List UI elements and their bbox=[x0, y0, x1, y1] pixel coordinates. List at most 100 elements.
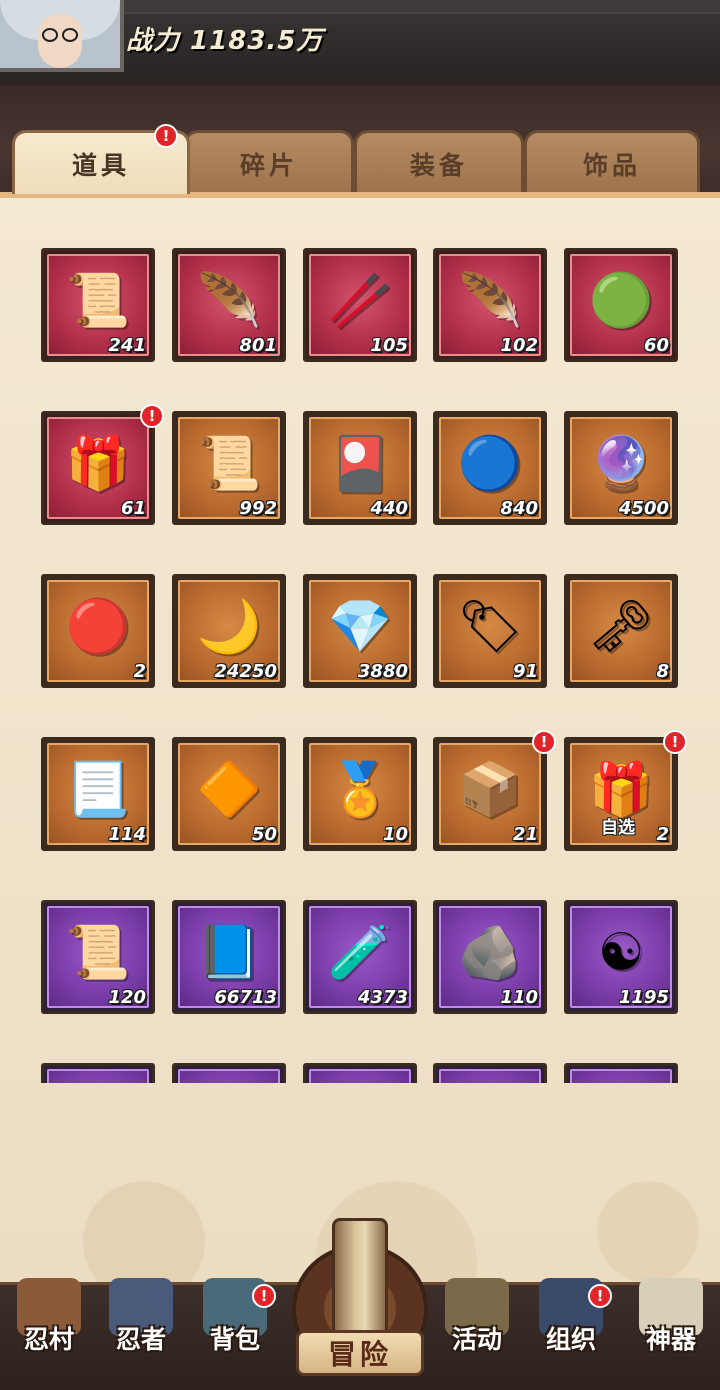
red-feather-icon: 🪶 bbox=[196, 270, 262, 331]
inventory-item[interactable]: 🎴 440 bbox=[303, 411, 417, 525]
item-count: 992 bbox=[239, 498, 277, 519]
yin-yang-icon: ☯ bbox=[597, 922, 645, 983]
inventory-item[interactable]: 📃 114 bbox=[41, 737, 155, 851]
item-grid[interactable]: 📜 241 🪶 801 🥢 105 🪶 102 🟢 60 🎁 61! 📜 992 🎴 440 🔵 840 🔮 4500… bbox=[0, 198, 720, 1083]
inventory-item[interactable]: 💎 3880 bbox=[303, 574, 417, 688]
item-count: 2 bbox=[133, 661, 146, 682]
tab-items-alert-badge: ! bbox=[154, 124, 178, 148]
top-bar: 战力 1183.5万 bbox=[0, 0, 720, 85]
item-frame bbox=[439, 1069, 541, 1083]
inventory-item[interactable]: ☯ 1195 bbox=[564, 900, 678, 1014]
nav-item[interactable]: 背包! bbox=[190, 1278, 280, 1388]
item-count: 241 bbox=[108, 335, 146, 356]
paper-talisman-icon: 📃 bbox=[65, 759, 131, 820]
nav-item[interactable]: 活动 bbox=[432, 1278, 522, 1388]
inventory-item[interactable]: 🪶 102 bbox=[433, 248, 547, 362]
item-count: 10 bbox=[382, 824, 408, 845]
inventory-item[interactable] bbox=[433, 1063, 547, 1083]
item-count: 66713 bbox=[214, 987, 277, 1008]
item-count: 840 bbox=[500, 498, 538, 519]
item-count: 24250 bbox=[214, 661, 277, 682]
inventory-item[interactable]: 🪨 110 bbox=[433, 900, 547, 1014]
inventory-item[interactable] bbox=[303, 1063, 417, 1083]
item-count: 105 bbox=[370, 335, 408, 356]
inventory-item[interactable]: 🗝 8 bbox=[564, 574, 678, 688]
inventory-item[interactable]: 🎁 自选 2! bbox=[564, 730, 687, 851]
blue-moon-icon: 🌙 bbox=[196, 596, 262, 657]
fortune-sign-icon: 🏷 bbox=[456, 596, 524, 657]
avatar-glasses-right bbox=[62, 28, 78, 42]
tab-accessories[interactable]: 饰品 bbox=[524, 130, 700, 194]
inventory-item[interactable]: 📦 21! bbox=[433, 730, 556, 851]
avatar-glasses-left bbox=[42, 28, 58, 42]
tab-label: 道具 bbox=[71, 150, 130, 180]
nav-alert-badge: ! bbox=[252, 1284, 276, 1308]
inventory-item[interactable]: 📘 66713 bbox=[172, 900, 286, 1014]
inventory-item[interactable]: 🔶 50 bbox=[172, 737, 286, 851]
inventory-item[interactable]: 🧪 4373 bbox=[303, 900, 417, 1014]
inventory-item[interactable]: 🏅 10 bbox=[303, 737, 417, 851]
player-avatar[interactable] bbox=[0, 0, 124, 72]
inventory-item[interactable] bbox=[564, 1063, 678, 1083]
inventory-item[interactable]: 🎁 61! bbox=[41, 404, 164, 525]
ticket-card-icon: 🎴 bbox=[327, 433, 393, 494]
iron-key-icon: 🗝 bbox=[587, 596, 655, 657]
tab-label: 装备 bbox=[409, 150, 468, 180]
purple-crystal-icon: 💎 bbox=[327, 596, 393, 657]
inventory-item[interactable]: 📜 120 bbox=[41, 900, 155, 1014]
item-count: 801 bbox=[239, 335, 277, 356]
item-count: 91 bbox=[512, 661, 538, 682]
inventory-item[interactable]: 🪶 801 bbox=[172, 248, 286, 362]
item-count: 110 bbox=[500, 987, 538, 1008]
inventory-item[interactable] bbox=[172, 1063, 286, 1083]
item-alert-badge: ! bbox=[663, 730, 687, 754]
top-strip bbox=[120, 0, 720, 14]
nav-label: 忍村 bbox=[23, 1325, 74, 1354]
nav-label: 背包 bbox=[209, 1325, 260, 1354]
inventory-item[interactable]: 🔴 2 bbox=[41, 574, 155, 688]
nav-item[interactable]: 组织! bbox=[526, 1278, 616, 1388]
nav-item[interactable]: 忍村 bbox=[4, 1278, 94, 1388]
item-count: 2 bbox=[656, 824, 669, 845]
item-frame bbox=[178, 1069, 280, 1083]
item-count: 61 bbox=[120, 498, 146, 519]
skill-book-icon: 📘 bbox=[196, 922, 262, 983]
inventory-item[interactable]: 🔵 840 bbox=[433, 411, 547, 525]
nav-item[interactable]: 忍者 bbox=[96, 1278, 186, 1388]
item-count: 3880 bbox=[357, 661, 408, 682]
item-frame bbox=[47, 1069, 149, 1083]
nav-label: 神器 bbox=[645, 1325, 696, 1354]
black-ore-icon: 🪨 bbox=[457, 922, 523, 983]
item-alert-badge: ! bbox=[532, 730, 556, 754]
item-count: 4500 bbox=[618, 498, 669, 519]
combat-power: 战力 1183.5万 bbox=[126, 26, 324, 56]
nav-label: 组织 bbox=[545, 1325, 596, 1354]
inventory-item[interactable] bbox=[41, 1063, 155, 1083]
item-count: 440 bbox=[370, 498, 408, 519]
scroll-bundle-icon: 📜 bbox=[65, 270, 131, 331]
inventory-item[interactable]: 🏷 91 bbox=[433, 574, 547, 688]
inventory-item[interactable]: 🟢 60 bbox=[564, 248, 678, 362]
adventure-button[interactable]: 冒险 bbox=[292, 1218, 428, 1378]
inventory-item[interactable]: 🔮 4500 bbox=[564, 411, 678, 525]
inventory-item[interactable]: 📜 992 bbox=[172, 411, 286, 525]
parchment-scroll-icon: 📜 bbox=[196, 433, 262, 494]
inventory-item[interactable]: 🥢 105 bbox=[303, 248, 417, 362]
amber-gem-icon: 🔶 bbox=[196, 759, 262, 820]
item-count: 50 bbox=[251, 824, 277, 845]
tab-equipment[interactable]: 装备 bbox=[354, 130, 524, 194]
gold-chest-icon: 📦 bbox=[457, 759, 523, 820]
item-count: 4373 bbox=[357, 987, 408, 1008]
inventory-item[interactable]: 📜 241 bbox=[41, 248, 155, 362]
item-frame bbox=[570, 1069, 672, 1083]
inventory-item[interactable]: 🌙 24250 bbox=[172, 574, 286, 688]
red-potion-jar-icon: 🧪 bbox=[327, 922, 393, 983]
nav-item[interactable]: 神器 bbox=[626, 1278, 716, 1388]
tab-fragments[interactable]: 碎片 bbox=[184, 130, 354, 194]
item-count: 102 bbox=[500, 335, 538, 356]
item-count: 8 bbox=[656, 661, 669, 682]
item-count: 114 bbox=[108, 824, 146, 845]
inventory-panel: 📜 241 🪶 801 🥢 105 🪶 102 🟢 60 🎁 61! 📜 992 🎴 440 🔵 840 🔮 4500… bbox=[0, 192, 720, 1282]
wisdom-medal-icon: 🏅 bbox=[327, 759, 393, 820]
tab-label: 碎片 bbox=[239, 150, 298, 180]
